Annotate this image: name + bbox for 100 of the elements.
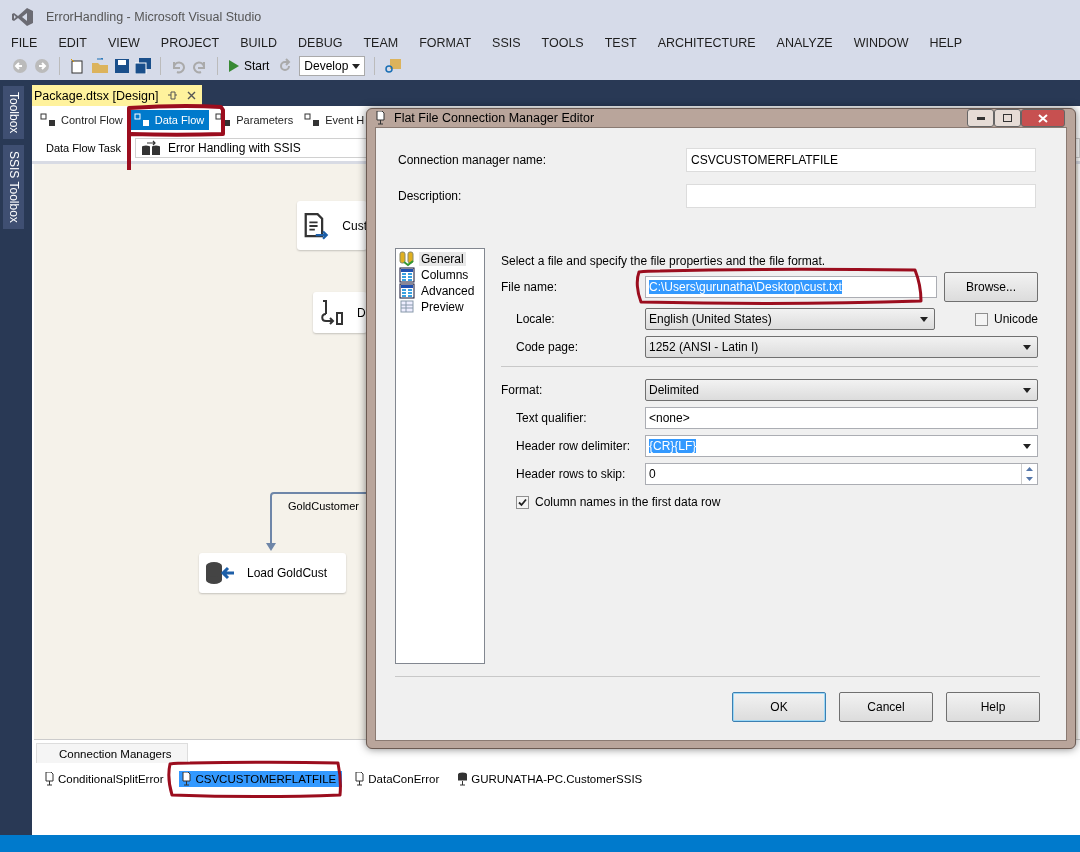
format-dropdown[interactable]: Delimited — [644, 379, 1038, 401]
maximize-button[interactable] — [994, 109, 1021, 127]
menu-item[interactable]: SSIS — [492, 36, 521, 50]
input-field[interactable]: <none> — [644, 407, 1038, 429]
menu-item[interactable]: VIEW — [107, 36, 140, 50]
locale-dropdown[interactable]: English (United States) — [644, 308, 935, 330]
folder-icon[interactable] — [91, 58, 109, 74]
connection-item[interactable]: ConditionalSplitError — [42, 771, 170, 787]
cylinders-icon — [142, 140, 160, 155]
menu-item[interactable]: TEST — [604, 36, 637, 50]
input-field[interactable]: CSVCUSTOMERFLATFILE — [686, 148, 1036, 172]
checkbox-label: Unicode — [993, 312, 1038, 326]
dropdown-arrow-icon — [1023, 387, 1031, 393]
checkbox[interactable] — [974, 312, 988, 326]
designer-tab[interactable]: Data Flow — [130, 110, 210, 130]
path-label: GoldCustomer — [288, 500, 359, 512]
new-project-icon[interactable] — [69, 58, 85, 74]
field-label: Description: — [398, 189, 463, 203]
menu-item[interactable]: TOOLS — [541, 36, 584, 50]
connection-item[interactable]: GURUNATHA-PC.CustomerSSIS — [455, 771, 649, 787]
connection-item[interactable]: CSVCUSTOMERFLATFILE — [179, 771, 343, 787]
minimize-icon — [976, 116, 985, 120]
field-label: Text qualifier: — [514, 411, 588, 425]
path-arrow — [266, 499, 276, 552]
page-item[interactable]: Advanced — [419, 284, 477, 298]
input-field[interactable] — [686, 184, 1036, 208]
connection-managers-tab[interactable]: Connection Managers — [36, 743, 188, 763]
back-icon[interactable] — [12, 58, 28, 74]
grid-page-icon — [399, 283, 415, 299]
dropdown-arrow-icon — [1023, 443, 1031, 449]
field-label: Locale: — [514, 312, 556, 326]
play-icon — [229, 60, 239, 72]
menu-item[interactable]: FILE — [11, 36, 38, 50]
menu-item[interactable]: ARCHITECTURE — [657, 36, 756, 50]
connection-plug-icon — [44, 772, 55, 786]
browse-button[interactable]: Browse... — [944, 272, 1038, 302]
dialog-button[interactable]: OK — [732, 692, 826, 722]
menu-item[interactable]: WINDOW — [853, 36, 909, 50]
menu-item[interactable]: PROJECT — [160, 36, 220, 50]
find-icon[interactable] — [384, 58, 403, 74]
number-spinner[interactable]: 0 — [644, 463, 1038, 485]
side-tab[interactable]: Toolbox — [3, 86, 24, 140]
menu-item[interactable]: DEBUG — [298, 36, 343, 50]
designer-tab[interactable]: Control Flow — [37, 110, 128, 130]
database-arrow-icon — [205, 561, 235, 585]
connection-plug-icon — [375, 111, 386, 125]
dropdown-arrow-icon — [352, 63, 361, 69]
tab-title: Package.dtsx [Design] — [34, 88, 159, 103]
database-icon — [457, 772, 469, 786]
field-label: Code page: — [514, 340, 580, 354]
component-node[interactable]: Cust — [297, 201, 367, 250]
menu-item[interactable]: FORMAT — [419, 36, 472, 50]
maximize-icon — [1003, 114, 1012, 122]
node-label: Load GoldCust — [247, 566, 328, 580]
instruction-text: Select a file and specify the file properties and the file format. — [500, 254, 827, 268]
document-tab[interactable]: Package.dtsx [Design] — [32, 85, 203, 106]
minimize-button[interactable] — [967, 109, 994, 127]
field-label: Connection manager name: — [398, 153, 548, 167]
node-label: Cust — [342, 218, 367, 233]
code-page-dropdown[interactable]: 1252 (ANSI - Latin I) — [644, 336, 1038, 358]
save-icon[interactable] — [115, 59, 129, 73]
save-all-icon[interactable] — [135, 58, 151, 74]
dropdown-arrow-icon — [1023, 344, 1031, 350]
dialog-button[interactable]: Help — [946, 692, 1040, 722]
menu-item[interactable]: BUILD — [240, 36, 277, 50]
menu-item[interactable]: ANALYZE — [776, 36, 833, 50]
menu-item[interactable]: TEAM — [363, 36, 399, 50]
window-title: ErrorHandling - Microsoft Visual Studio — [46, 10, 262, 24]
document-arrow-icon — [303, 210, 331, 241]
designer-tab[interactable]: Parameters — [212, 110, 299, 130]
side-tab[interactable]: SSIS Toolbox — [3, 145, 24, 230]
component-node[interactable]: D — [313, 292, 367, 333]
close-icon[interactable] — [187, 91, 197, 100]
task-label: Data Flow Task — [46, 141, 121, 154]
node-label: D — [357, 305, 366, 320]
start-button[interactable]: Start — [227, 59, 272, 73]
checkbox-label: Column names in the first data row — [534, 495, 721, 509]
connection-plug-icon — [354, 772, 366, 786]
menu-item[interactable]: EDIT — [58, 36, 87, 50]
field-label: Header rows to skip: — [514, 467, 627, 481]
component-node[interactable]: Load GoldCust — [199, 553, 346, 593]
page-item[interactable]: General — [419, 252, 466, 266]
page-item[interactable]: Preview — [419, 300, 466, 314]
checkbox[interactable] — [515, 495, 529, 509]
grid-page-icon — [399, 267, 415, 283]
page-item[interactable]: Columns — [419, 268, 471, 282]
close-button[interactable] — [1021, 109, 1065, 127]
dialog-title: Flat File Connection Manager Editor — [394, 111, 596, 125]
dropdown-arrow-icon — [919, 316, 928, 322]
table-page-icon — [399, 299, 415, 315]
pin-icon[interactable] — [168, 91, 178, 100]
tab-icon — [304, 113, 321, 127]
connection-item[interactable]: DataConError — [352, 771, 446, 787]
split-icon — [319, 299, 345, 326]
designer-tab[interactable]: Event H — [301, 110, 370, 130]
configuration-dropdown[interactable]: Develop — [299, 56, 366, 76]
forward-icon[interactable] — [34, 58, 50, 74]
menu-item[interactable]: HELP — [929, 36, 963, 50]
dialog-button[interactable]: Cancel — [839, 692, 933, 722]
connection-plug-icon — [181, 772, 193, 786]
